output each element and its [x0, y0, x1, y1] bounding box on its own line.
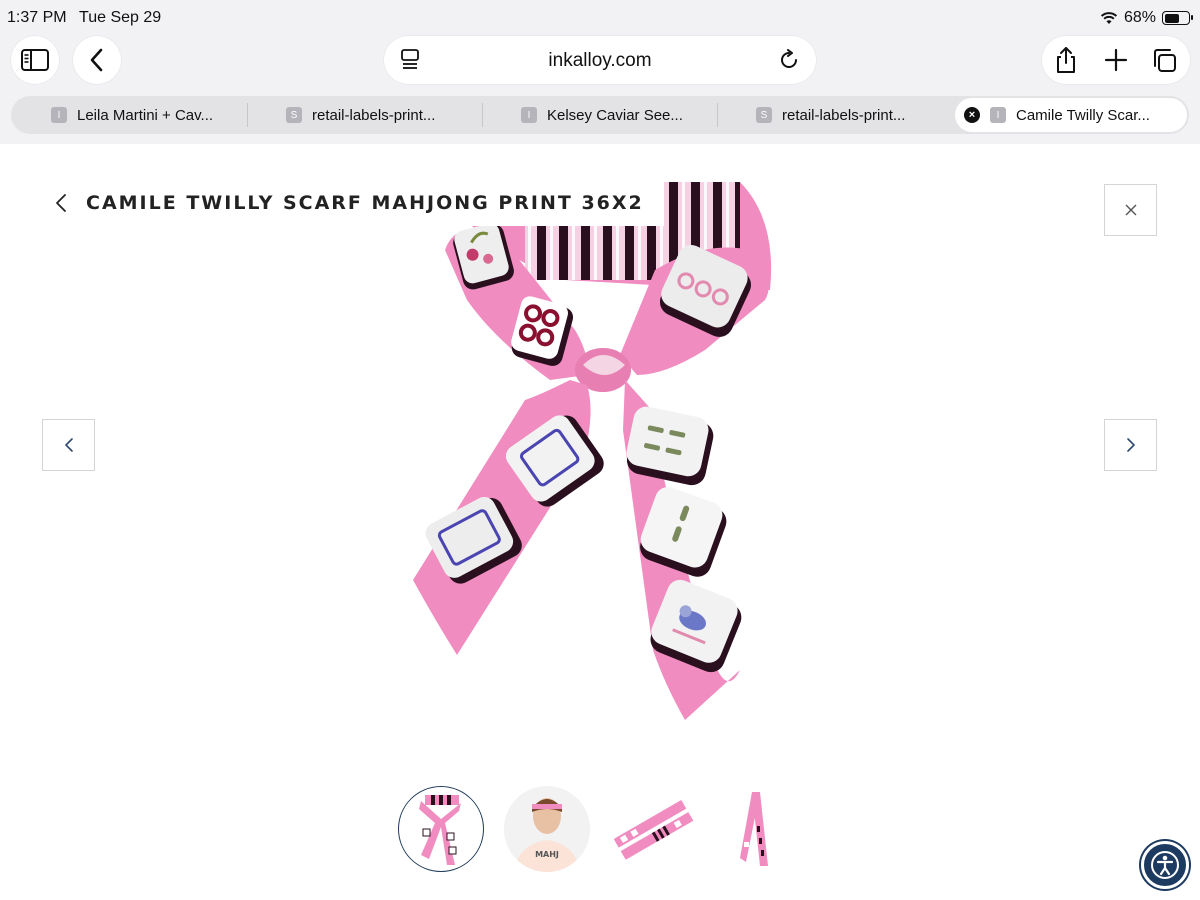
wifi-icon [1100, 12, 1118, 24]
tab-label: Leila Martini + Cav... [77, 106, 214, 124]
shirt-text: MAHJ [535, 850, 559, 859]
arrow-right-icon [1126, 438, 1135, 452]
tab-separator [247, 103, 248, 127]
sidebar-icon [21, 49, 49, 71]
status-right: 68% [1100, 9, 1193, 27]
thumbnail-model-headband[interactable]: MAHJ [504, 786, 590, 872]
tab-3[interactable]: I Kelsey Caviar See... [521, 96, 683, 134]
accessibility-icon [1151, 851, 1179, 879]
share-icon[interactable] [1052, 46, 1080, 74]
tab-label: Kelsey Caviar See... [547, 106, 683, 124]
tab-favicon: I [521, 107, 537, 123]
product-title: CAMILE TWILLY SCARF MAHJONG PRINT 36X2 [86, 192, 644, 214]
thumbnail-scarf-hanging[interactable] [716, 786, 802, 872]
address-bar[interactable]: inkalloy.com [384, 36, 816, 84]
clock-time: 1:37 PM [7, 9, 67, 26]
tab-label: retail-labels-print... [782, 106, 906, 124]
browser-chrome: inkalloy.com I Leila Martini + Cav... S [0, 34, 1200, 144]
thumbnail-image [401, 789, 481, 869]
back-icon [90, 48, 103, 72]
thumbnail-image: MAHJ [504, 786, 590, 872]
tab-favicon: I [51, 107, 67, 123]
battery-percent: 68% [1123, 9, 1156, 26]
url-text[interactable]: inkalloy.com [384, 50, 816, 72]
product-main-image [413, 181, 772, 720]
reload-icon[interactable] [778, 49, 800, 71]
tab-label: retail-labels-print... [312, 106, 436, 124]
prev-image-button[interactable] [42, 419, 95, 471]
tab-favicon: S [756, 107, 772, 123]
tab-5-active[interactable]: × I Camile Twilly Scar... [955, 98, 1187, 132]
arrow-left-icon [64, 438, 73, 452]
tab-separator [482, 103, 483, 127]
sidebar-button[interactable] [11, 36, 59, 84]
tab-label: Camile Twilly Scar... [1016, 106, 1150, 124]
status-time: 1:37 PM Tue Sep 29 [7, 9, 161, 27]
new-tab-icon[interactable] [1102, 46, 1130, 74]
thumbnail-scarf-flat[interactable] [610, 786, 696, 872]
tab-bar: I Leila Martini + Cav... S retail-labels… [11, 96, 1189, 134]
back-button[interactable] [73, 36, 121, 84]
battery-icon [1162, 11, 1193, 25]
close-icon [1125, 204, 1136, 216]
tab-2[interactable]: S retail-labels-print... [286, 96, 435, 134]
product-title-bar: CAMILE TWILLY SCARF MAHJONG PRINT 36X2 [44, 180, 664, 226]
next-image-button[interactable] [1104, 419, 1157, 471]
close-button[interactable] [1104, 184, 1157, 236]
thumbnail-scarf-tied[interactable] [398, 786, 484, 872]
tab-favicon: I [990, 107, 1006, 123]
tabs-overview-icon[interactable] [1150, 46, 1178, 74]
clock-date: Tue Sep 29 [79, 9, 162, 26]
tab-1[interactable]: I Leila Martini + Cav... [51, 96, 213, 134]
accessibility-button[interactable] [1141, 841, 1189, 889]
thumbnail-image [716, 786, 802, 872]
status-bar: 1:37 PM Tue Sep 29 68% [0, 0, 1200, 34]
chevron-left-icon[interactable] [54, 192, 68, 214]
toolbar-right-group [1042, 36, 1190, 84]
tab-4[interactable]: S retail-labels-print... [756, 96, 905, 134]
tab-close-icon[interactable]: × [964, 107, 980, 123]
battery-fill [1164, 13, 1180, 23]
thumbnail-image [610, 786, 696, 872]
tab-separator [717, 103, 718, 127]
tab-favicon: S [286, 107, 302, 123]
